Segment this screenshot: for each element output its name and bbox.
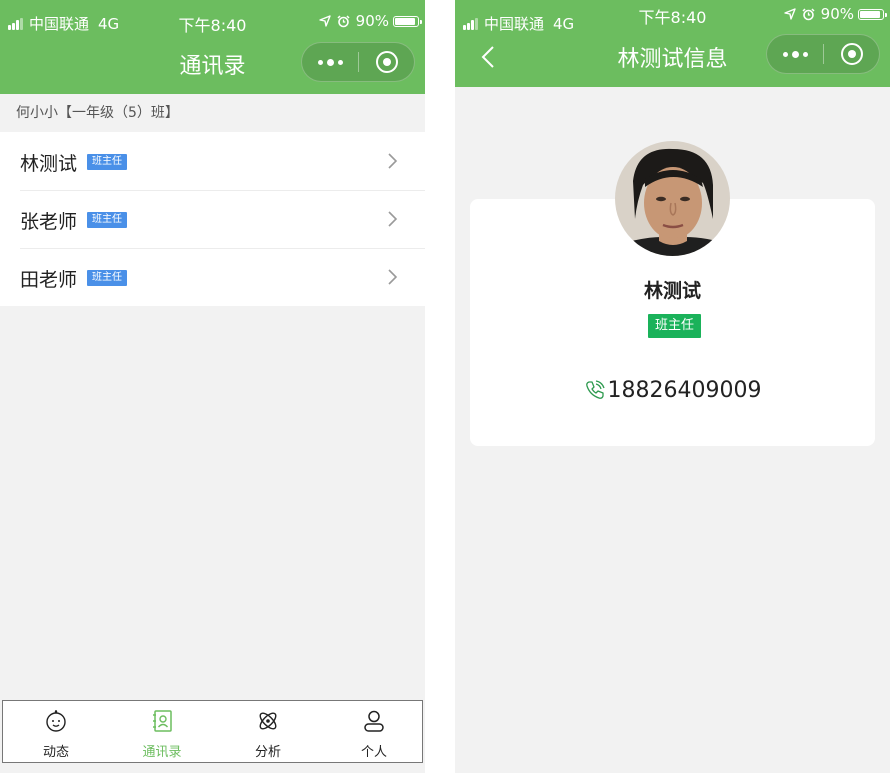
- tab-analysis[interactable]: 分析: [215, 701, 321, 763]
- battery-percent: 90%: [355, 12, 389, 30]
- close-circle-icon[interactable]: [376, 51, 398, 73]
- location-icon: [783, 8, 796, 20]
- contact-detail-screen: 中国联通 4G 下午8:40 90% 林测试信息 林测试 班主任 1882640…: [455, 0, 890, 773]
- close-circle-icon[interactable]: [841, 43, 863, 65]
- tab-label: 个人: [360, 745, 387, 760]
- avatar-photo: [615, 141, 730, 256]
- battery-icon: [858, 8, 887, 20]
- phone-row[interactable]: 18826409009: [455, 378, 890, 403]
- contact-name: 林测试: [20, 153, 78, 175]
- contact-name: 张老师: [20, 211, 78, 233]
- nav-header: 中国联通 4G 下午8:40 90% 林测试信息: [455, 0, 890, 87]
- mini-program-capsule: [766, 34, 880, 74]
- location-icon: [318, 15, 331, 27]
- contacts-book-icon: [153, 710, 172, 732]
- more-dots-icon[interactable]: [302, 43, 358, 81]
- tab-bar: 动态 通讯录 分析 个人: [2, 700, 423, 763]
- status-bar: 中国联通 4G 下午8:40 90%: [0, 0, 425, 40]
- profile-name: 林测试: [643, 280, 701, 302]
- alarm-icon: [337, 14, 350, 27]
- baby-face-icon: [46, 710, 66, 732]
- nav-header: 中国联通 4G 下午8:40 90% 通讯录: [0, 0, 425, 94]
- battery-percent: 90%: [820, 5, 854, 23]
- battery-icon: [393, 15, 422, 27]
- contact-row[interactable]: 田老师 班主任: [0, 248, 425, 306]
- phone-number: 18826409009: [607, 378, 762, 403]
- contact-row[interactable]: 张老师 班主任: [0, 190, 425, 248]
- tab-dynamic[interactable]: 动态: [3, 701, 109, 763]
- role-badge: 班主任: [87, 270, 127, 286]
- person-icon: [364, 710, 384, 732]
- tab-label: 通讯录: [142, 745, 182, 760]
- tab-contacts[interactable]: 通讯录: [109, 701, 215, 763]
- chevron-right-icon: [388, 211, 398, 227]
- avatar: [615, 141, 730, 256]
- role-badge: 班主任: [87, 154, 127, 170]
- contacts-screen: 中国联通 4G 下午8:40 90% 通讯录 何小小【一年级（5）班】 林测试 …: [0, 0, 425, 773]
- contact-row[interactable]: 林测试 班主任: [0, 132, 425, 190]
- alarm-icon: [802, 7, 815, 20]
- mini-program-capsule: [301, 42, 415, 82]
- role-badge: 班主任: [648, 314, 702, 338]
- role-badge: 班主任: [87, 212, 127, 228]
- class-label: 何小小【一年级（5）班】: [16, 105, 179, 121]
- tab-label: 动态: [42, 745, 69, 760]
- battery-level: [395, 17, 415, 25]
- chevron-right-icon: [388, 153, 398, 169]
- battery-level: [860, 10, 880, 18]
- chevron-right-icon: [388, 269, 398, 285]
- atom-icon: [259, 712, 277, 730]
- phone-icon: [585, 380, 605, 399]
- contact-list: 林测试 班主任 张老师 班主任 田老师 班主任: [0, 132, 425, 306]
- more-dots-icon[interactable]: [767, 35, 823, 73]
- tab-profile[interactable]: 个人: [321, 701, 425, 763]
- tab-label: 分析: [254, 745, 281, 760]
- contact-name: 田老师: [20, 269, 78, 291]
